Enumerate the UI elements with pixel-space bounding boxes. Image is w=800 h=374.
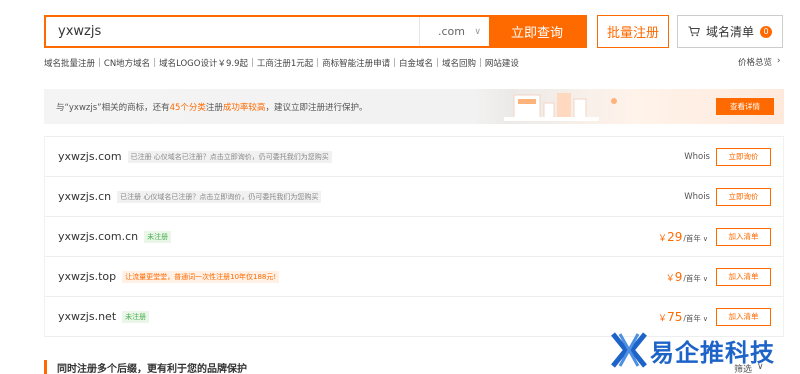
chevron-right-icon: › (777, 56, 781, 66)
domain-result-row: yxwzjs.cn 已注册 心仪域名已注册？点击立即询价，仍可委托我们为您购买 … (44, 177, 784, 217)
unregistered-tag: 未注册 (122, 310, 150, 323)
banner-text-part: 注册 (205, 102, 223, 113)
quick-link[interactable]: 域名LOGO设计￥9.9起 (159, 57, 248, 69)
quick-link[interactable]: 商标智能注册申请 (322, 57, 390, 69)
price-overview-link[interactable]: 价格总览 › (738, 56, 780, 68)
inquire-price-button[interactable]: 立即询价 (716, 187, 771, 206)
domain-results-list: yxwzjs.com 已注册 心仪域名已注册？点击立即询价，仍可委托我们为您购买… (44, 136, 784, 337)
watermark: 易企推科技 (608, 326, 800, 374)
domain-name: yxwzjs.com.cn (58, 230, 139, 243)
price-selector[interactable]: ￥ 9 /首年 ∨ (666, 270, 716, 284)
brand-logo-icon (611, 332, 647, 368)
view-details-button[interactable]: 查看详情 (716, 98, 774, 115)
chevron-down-icon: ∨ (702, 274, 708, 283)
tld-select[interactable]: .com ∨ (419, 17, 489, 46)
link-separator: | (98, 58, 101, 68)
add-to-cart-button[interactable]: 加入清单 (716, 227, 771, 246)
domain-result-row: yxwzjs.com.cn 未注册 ￥ 29 /首年 ∨ 加入清单 (44, 217, 784, 257)
link-separator: | (153, 58, 157, 68)
banner-highlight: 45个分类 (169, 102, 206, 113)
registered-tag: 已注册 心仪域名已注册？点击立即询价，仍可委托我们为您购买 (117, 190, 322, 203)
chevron-down-icon: ∨ (474, 26, 481, 37)
price-value: 75 (667, 309, 683, 324)
currency-symbol: ￥ (658, 233, 668, 244)
price-selector[interactable]: ￥ 29 /首年 ∨ (658, 230, 716, 244)
quick-links: 域名批量注册 | CN地方域名 | 域名LOGO设计￥9.9起 | 工商注册1元起 | … (44, 56, 784, 70)
cart-label: 域名清单 (705, 25, 754, 39)
row-actions: ￥ 9 /首年 ∨ 加入清单 (666, 257, 771, 296)
quick-link[interactable]: 域名回购 (442, 57, 476, 69)
quick-link[interactable]: 白金域名 (399, 57, 433, 69)
whois-link[interactable]: Whois (684, 152, 710, 162)
section-title: 同时注册多个后缀，更有利于您的品牌保护 (44, 360, 247, 374)
banner-highlight: 成功率较高 (222, 102, 266, 113)
quick-link[interactable]: CN地方域名 (104, 57, 150, 69)
link-separator: | (436, 58, 439, 68)
inquire-price-button[interactable]: 立即询价 (716, 147, 771, 166)
domain-search-bar: .com ∨ 立即查询 (44, 15, 587, 48)
price-unit: /首年 (683, 313, 701, 323)
watermark-text: 易企推科技 (650, 338, 775, 367)
bulk-register-button[interactable]: 批量注册 (597, 15, 669, 48)
quick-link[interactable]: 域名批量注册 (44, 57, 95, 69)
link-separator: | (250, 58, 254, 68)
trademark-banner: 与“yxwzjs”相关的商标，还有45个分类注册成功率较高，建议立即注册进行保护… (44, 89, 784, 124)
price-selector[interactable]: ￥ 75 /首年 ∨ (658, 310, 716, 324)
price-unit: /首年 (683, 233, 701, 243)
banner-text-part: ，建议立即注册进行保护。 (265, 102, 368, 113)
row-actions: Whois 立即询价 (684, 177, 771, 216)
cart-icon (688, 26, 700, 37)
chevron-down-icon: ∨ (702, 234, 708, 243)
tld-select-value: .com (438, 25, 465, 38)
domain-name: yxwzjs.top (58, 270, 117, 283)
search-button[interactable]: 立即查询 (489, 17, 585, 46)
price-overview-label: 价格总览 (738, 58, 773, 68)
domain-name: yxwzjs.net (58, 310, 117, 323)
domain-search-input[interactable] (46, 17, 419, 46)
quick-link[interactable]: 网站建设 (485, 57, 519, 69)
banner-text-part: 与“yxwzjs”相关的商标，还有 (56, 102, 170, 113)
price-unit: /首年 (683, 273, 701, 283)
domain-result-row: yxwzjs.com 已注册 心仪域名已注册？点击立即询价，仍可委托我们为您购买… (44, 137, 784, 177)
quick-link[interactable]: 工商注册1元起 (257, 57, 313, 69)
banner-text: 与“yxwzjs”相关的商标，还有45个分类注册成功率较高，建议立即注册进行保护… (44, 101, 367, 113)
link-separator: | (478, 58, 482, 68)
row-actions: ￥ 29 /首年 ∨ 加入清单 (658, 217, 771, 256)
whois-link[interactable]: Whois (684, 192, 710, 202)
add-to-cart-button[interactable]: 加入清单 (716, 307, 771, 326)
chevron-down-icon: ∨ (702, 314, 708, 323)
registered-tag: 已注册 心仪域名已注册？点击立即询价，仍可委托我们为您购买 (127, 150, 332, 163)
currency-symbol: ￥ (665, 273, 675, 284)
domain-cart-button[interactable]: 域名清单 0 (677, 15, 783, 48)
price-value: 29 (667, 229, 683, 244)
add-to-cart-button[interactable]: 加入清单 (716, 267, 771, 286)
unregistered-tag: 未注册 (144, 230, 172, 243)
link-separator: | (393, 58, 397, 68)
domain-name: yxwzjs.com (58, 150, 122, 163)
price-value: 9 (674, 269, 683, 284)
banner-illustration (504, 93, 617, 121)
cart-count-badge: 0 (760, 25, 772, 38)
promo-tag: 让流量更堂堂，普通词一次性注册10年仅188元! (122, 270, 280, 283)
row-actions: Whois 立即询价 (684, 137, 771, 176)
currency-symbol: ￥ (658, 313, 668, 324)
link-separator: | (316, 58, 320, 68)
domain-name: yxwzjs.cn (58, 190, 112, 203)
domain-result-row: yxwzjs.top 让流量更堂堂，普通词一次性注册10年仅188元! ￥ 9 … (44, 257, 784, 297)
